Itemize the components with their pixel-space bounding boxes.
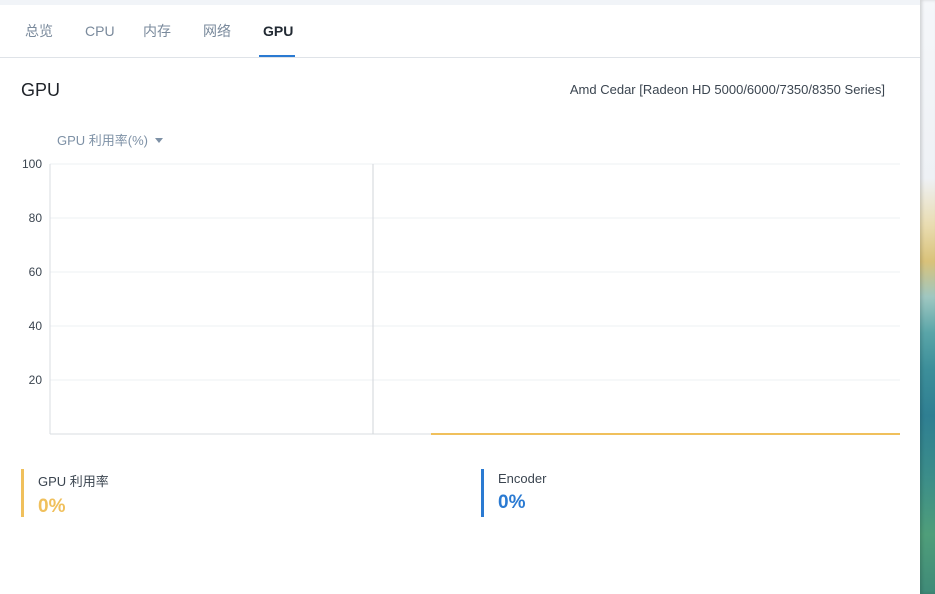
y-tick-label: 40: [29, 319, 43, 333]
y-tick-label: 100: [22, 157, 42, 171]
page-title: GPU: [21, 80, 61, 100]
encoder-stat-label: Encoder: [498, 471, 547, 486]
gpu-model-name: Amd Cedar [Radeon HD 5000/6000/7350/8350…: [569, 82, 885, 97]
gpu-usage-stat-label: GPU 利用率: [38, 474, 109, 489]
y-tick-label: 60: [29, 265, 43, 279]
tab-network[interactable]: 网络: [203, 5, 231, 57]
tab-cpu[interactable]: CPU: [85, 5, 115, 57]
encoder-stat: Encoder 0%: [481, 469, 546, 517]
active-tab-indicator: [259, 55, 295, 57]
chart-svg: 100 80 60 40 20: [22, 157, 900, 435]
y-tick-label: 20: [29, 373, 43, 387]
tab-bar: 总览 CPU 内存 网络 GPU: [0, 5, 920, 58]
tab-memory[interactable]: 内存: [143, 5, 171, 57]
caret-down-icon: [155, 138, 164, 143]
y-tick-label: 80: [29, 211, 43, 225]
gpu-usage-stat-value: 0%: [38, 496, 66, 517]
desktop-background-edge: [920, 0, 935, 594]
encoder-stat-value: 0%: [498, 492, 526, 513]
page: 总览 CPU 内存 网络 GPU GPU Amd Cedar [Radeon H…: [0, 0, 935, 594]
gpu-panel: 总览 CPU 内存 网络 GPU GPU Amd Cedar [Radeon H…: [0, 0, 920, 594]
gpu-usage-stat: GPU 利用率 0%: [21, 469, 109, 517]
tab-gpu[interactable]: GPU: [263, 5, 293, 57]
metric-dropdown[interactable]: GPU 利用率(%): [57, 130, 164, 149]
gpu-usage-chart: 100 80 60 40 20: [0, 150, 920, 450]
tab-overview[interactable]: 总览: [25, 5, 53, 57]
metric-dropdown-label: GPU 利用率(%): [57, 133, 149, 148]
